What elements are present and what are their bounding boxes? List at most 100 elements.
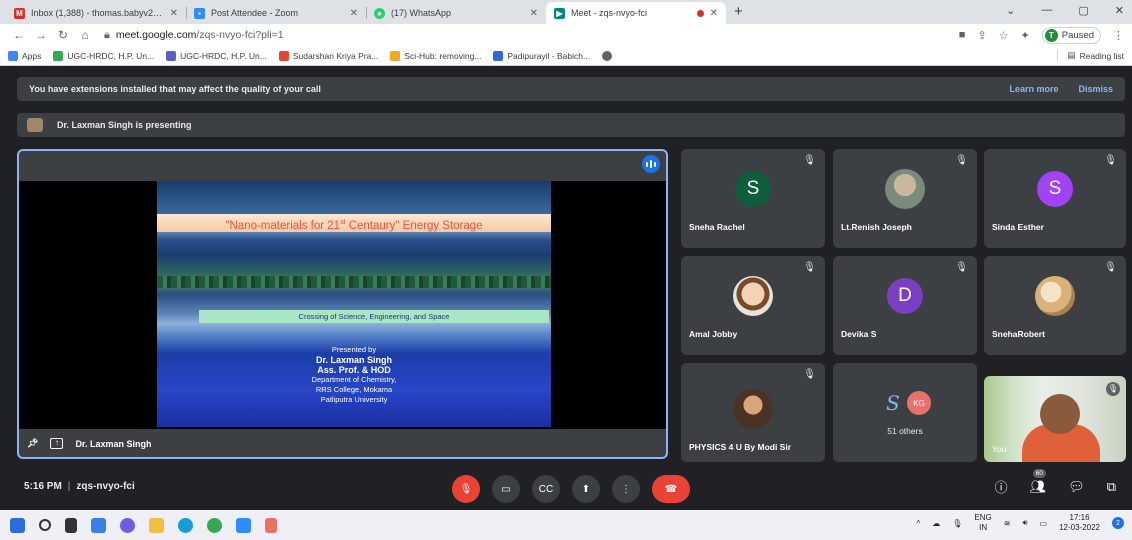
stage-presenter-name: Dr. Laxman Singh xyxy=(75,438,152,449)
mic-off-icon: 🎙︎ xyxy=(803,262,816,273)
meet-icon: ▶ xyxy=(554,7,565,19)
tab-title: Post Attendee - Zoom xyxy=(211,8,299,18)
activities-icon[interactable]: ⧉ xyxy=(1107,479,1116,495)
bookmark-favicon-icon xyxy=(166,50,177,61)
participant-tile[interactable]: 🎙︎ D Devika S xyxy=(833,256,977,355)
chat-icon[interactable]: 💬︎ xyxy=(1068,479,1085,495)
task-view-icon[interactable] xyxy=(65,517,77,533)
cloud-icon[interactable]: ☁ xyxy=(932,519,940,528)
info-icon[interactable]: ⓘ xyxy=(995,477,1008,496)
tab-gmail[interactable]: M Inbox (1,388) - thomas.babyv22@ ✕ xyxy=(6,2,186,24)
maximize-icon[interactable]: ▢ xyxy=(1078,4,1088,17)
tab-meet[interactable]: ▶ Meet - zqs-nvyo-fci ✕ xyxy=(546,2,726,24)
learn-more-link[interactable]: Learn more xyxy=(1009,84,1058,94)
file-explorer-icon[interactable] xyxy=(149,517,164,533)
mic-toggle-button[interactable]: 🎙︎ xyxy=(452,475,480,503)
notification-badge[interactable]: 2 xyxy=(1112,517,1124,529)
meeting-time: 5:16 PM xyxy=(24,481,62,492)
github-icon xyxy=(602,50,613,61)
presentation-stage[interactable]: "Nano-materials for 21st Centaury" Energ… xyxy=(17,149,668,459)
bookmark-star-icon[interactable]: ☆ xyxy=(999,29,1009,42)
lang-top: ENG xyxy=(974,513,992,522)
bookmark-item[interactable]: Padipurayil - Babich... xyxy=(493,50,591,61)
meeting-info: 5:16 PM | zqs-nvyo-fci xyxy=(24,481,135,492)
self-view-tile[interactable]: 🎙︎ You xyxy=(984,376,1126,462)
bookmark-favicon-icon xyxy=(390,50,401,61)
bookmark-favicon-icon xyxy=(493,50,504,61)
volume-icon[interactable]: 🔊︎ xyxy=(1022,518,1027,528)
zoom-app-icon[interactable] xyxy=(236,517,251,533)
self-label: You xyxy=(992,444,1007,454)
camera-toggle-button[interactable]: ▭ xyxy=(492,475,520,503)
home-icon[interactable]: ⌂ xyxy=(74,28,96,42)
participant-tile[interactable]: 🎙︎ Lt.Renish Joseph xyxy=(833,149,977,248)
edge-icon[interactable] xyxy=(178,517,193,533)
menu-kebab-icon[interactable]: ⋮ xyxy=(1113,29,1124,42)
bookmark-apps[interactable]: Apps xyxy=(8,50,41,61)
bookmark-label: Padipurayil - Babich... xyxy=(507,50,591,61)
minimize-icon[interactable]: — xyxy=(1041,4,1052,17)
close-tab-icon[interactable]: ✕ xyxy=(170,8,178,19)
present-button[interactable]: ⬆ xyxy=(572,475,600,503)
windows-start-icon[interactable] xyxy=(10,517,25,533)
tab-title: Meet - zqs-nvyo-fci xyxy=(571,8,648,18)
participant-tile[interactable]: 🎙︎ Amal Jobby xyxy=(681,256,825,355)
wifi-icon[interactable]: ≋ xyxy=(1004,519,1011,528)
chevron-up-icon[interactable]: ^ xyxy=(917,519,921,528)
mic-off-icon: 🎙︎ xyxy=(803,369,816,380)
clock[interactable]: 17:16 12-03-2022 xyxy=(1059,513,1100,533)
bookmark-item[interactable]: Sci-Hub: removing... xyxy=(390,50,481,61)
teams-chat-icon[interactable] xyxy=(120,517,135,533)
bookmark-item[interactable] xyxy=(602,50,613,61)
mic-off-icon: 🎙︎ xyxy=(955,262,968,273)
presenter-avatar xyxy=(27,118,43,132)
new-tab-button[interactable]: + xyxy=(734,2,743,24)
participant-tile[interactable]: 🎙︎ PHYSICS 4 U By Modi Sir xyxy=(681,363,825,462)
meet-window: You have extensions installed that may a… xyxy=(0,67,1132,510)
leave-call-button[interactable]: ☎ xyxy=(652,475,690,503)
close-tab-icon[interactable]: ✕ xyxy=(350,8,358,19)
slide-department: Department of Chemistry, xyxy=(311,375,397,384)
share-icon[interactable]: ⇪ xyxy=(977,29,986,42)
language-indicator[interactable]: ENG IN xyxy=(974,513,991,533)
reading-list-button[interactable]: ▤ Reading list xyxy=(1056,50,1124,61)
mic-tray-icon[interactable]: 🎙︎ xyxy=(952,519,962,528)
more-options-button[interactable]: ⋮ xyxy=(612,475,640,503)
bookmark-item[interactable]: Sudarshan Kriya Pra... xyxy=(278,50,378,61)
profile-button[interactable]: T Paused xyxy=(1041,26,1101,44)
back-icon[interactable]: ← xyxy=(8,28,30,42)
lock-icon[interactable]: 🔒︎ xyxy=(104,29,110,42)
participant-tile[interactable]: 🎙︎ S Sneha Rachel xyxy=(681,149,825,248)
participant-tile[interactable]: 🎙︎ S Sinda Esther xyxy=(984,149,1126,248)
reload-icon[interactable]: ↻ xyxy=(52,28,74,42)
bookmark-item[interactable]: UGC-HRDC, H.P. Un... xyxy=(166,50,267,61)
slide-subtitle: Crossing of Science, Engineering, and Sp… xyxy=(199,310,549,323)
pin-icon[interactable]: 📌︎ xyxy=(27,438,38,449)
chrome-icon[interactable] xyxy=(207,517,222,533)
url-input[interactable]: 🔒︎ meet.google.com/zqs-nvyo-fci?pli=1 xyxy=(104,26,959,44)
bookmark-item[interactable]: UGC-HRDC, H.P. Un... xyxy=(53,50,154,61)
forward-icon[interactable]: → xyxy=(30,28,52,42)
tab-whatsapp[interactable]: ● (17) WhatsApp ✕ xyxy=(366,2,546,24)
camera-indicator-icon[interactable]: ■ xyxy=(959,29,966,41)
extensions-icon[interactable]: ✦ xyxy=(1021,29,1030,42)
slide-presenter-block: Presented by Dr. Laxman Singh Ass. Prof.… xyxy=(157,345,551,405)
participant-tile[interactable]: 🎙︎ SnehaRobert xyxy=(984,256,1126,355)
avatar: S xyxy=(735,171,771,207)
close-window-icon[interactable]: ✕ xyxy=(1115,4,1124,17)
search-icon[interactable] xyxy=(39,519,51,531)
close-tab-icon[interactable]: ✕ xyxy=(710,8,718,19)
captions-button[interactable]: CC xyxy=(532,475,560,503)
tab-search-icon[interactable]: ⌄ xyxy=(1006,4,1015,17)
bookmark-favicon-icon xyxy=(53,50,64,61)
others-tile[interactable]: S KG 51 others xyxy=(833,363,977,462)
mic-off-icon: 🎙︎ xyxy=(1106,382,1120,396)
avatar: T xyxy=(1044,28,1058,42)
battery-icon[interactable]: ▭ xyxy=(1040,519,1048,528)
dismiss-button[interactable]: Dismiss xyxy=(1078,84,1113,94)
close-tab-icon[interactable]: ✕ xyxy=(530,8,538,19)
widgets-icon[interactable] xyxy=(91,517,106,533)
people-button[interactable]: 👥︎ 60 xyxy=(1030,468,1046,495)
tab-zoom[interactable]: ▪ Post Attendee - Zoom ✕ xyxy=(186,2,366,24)
network-app-icon[interactable] xyxy=(265,517,277,533)
